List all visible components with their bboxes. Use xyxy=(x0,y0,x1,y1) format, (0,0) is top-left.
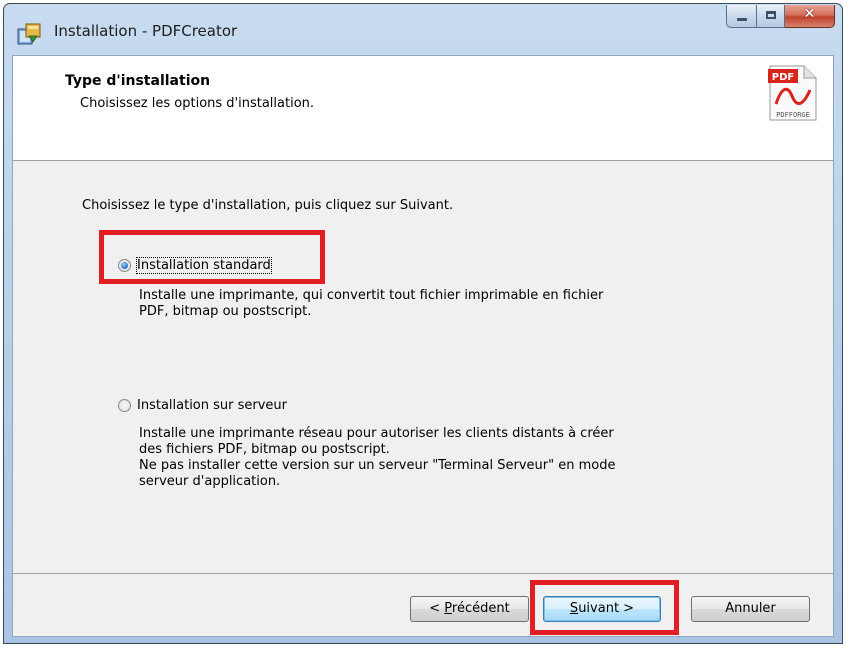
logo-bottom-text: PDFFORGE xyxy=(776,111,810,119)
description-line: serveur d'application. xyxy=(139,474,281,489)
close-icon: ✕ xyxy=(803,6,816,22)
description-line: Installe une imprimante réseau pour auto… xyxy=(139,426,614,441)
wizard-header: Type d'installation Choisissez les optio… xyxy=(13,56,833,161)
back-button[interactable]: < Précédent xyxy=(410,596,529,622)
description-line: Installe une imprimante, qui convertit t… xyxy=(139,288,604,303)
wizard-footer: < Précédent Suivant > Annuler xyxy=(13,573,833,637)
close-button[interactable]: ✕ xyxy=(785,5,835,28)
back-accelerator: P xyxy=(444,601,452,616)
page-title: Type d'installation xyxy=(65,73,211,89)
description-line: PDF, bitmap ou postscript. xyxy=(139,304,312,319)
pdf-forge-logo: PDF PDFFORGE xyxy=(768,65,817,121)
option-server-description: Installe une imprimante réseau pour auto… xyxy=(139,426,615,490)
maximize-icon xyxy=(766,11,776,19)
wizard-body: Choisissez le type d'installation, puis … xyxy=(13,161,833,573)
description-line: des fichiers PDF, bitmap ou postscript. xyxy=(139,442,390,457)
back-prefix: < xyxy=(429,601,445,616)
installer-window: Installation - PDFCreator ✕ Type d'insta… xyxy=(3,3,843,644)
dialog-client-area: Type d'installation Choisissez les optio… xyxy=(12,55,834,637)
option-server-label[interactable]: Installation sur serveur xyxy=(137,398,287,413)
option-server[interactable]: Installation sur serveur xyxy=(118,398,287,413)
maximize-button[interactable] xyxy=(756,5,785,28)
option-standard-description: Installe une imprimante, qui convertit t… xyxy=(139,288,603,320)
highlight-next-button xyxy=(530,580,679,635)
page-subtitle: Choisissez les options d'installation. xyxy=(80,96,315,111)
radio-server[interactable] xyxy=(118,399,131,412)
logo-top-text: PDF xyxy=(772,72,794,83)
caption-buttons: ✕ xyxy=(726,5,835,29)
instruction-text: Choisissez le type d'installation, puis … xyxy=(82,198,454,213)
title-bar[interactable]: Installation - PDFCreator ✕ xyxy=(4,4,842,56)
minimize-button[interactable] xyxy=(726,5,756,28)
window-title: Installation - PDFCreator xyxy=(54,22,238,40)
back-label: récédent xyxy=(451,601,510,616)
installer-icon xyxy=(17,23,41,45)
highlight-standard-option xyxy=(99,230,325,284)
minimize-icon xyxy=(737,18,747,21)
description-line: Ne pas installer cette version sur un se… xyxy=(139,458,616,473)
cancel-button[interactable]: Annuler xyxy=(691,596,810,622)
